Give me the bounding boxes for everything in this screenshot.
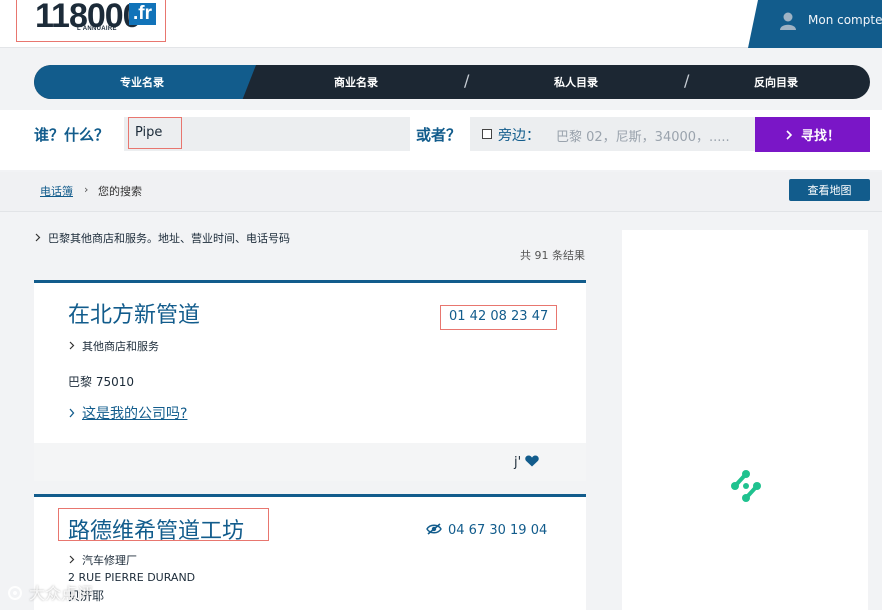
loading-spinner-icon xyxy=(731,470,761,502)
near-checkbox[interactable] xyxy=(482,129,492,139)
where-placeholder[interactable]: 巴黎 02，尼斯，34000，..... xyxy=(556,126,752,145)
chevron-right-icon xyxy=(69,555,75,564)
tab-separator: / xyxy=(464,71,470,90)
result-category-text: 汽车修理厂 xyxy=(82,554,137,567)
result-phone: 04 67 30 19 04 xyxy=(448,523,548,538)
like-label: j' xyxy=(514,455,522,470)
tab-professional[interactable]: 专业名录 xyxy=(120,74,164,90)
who-label: 谁？什么？ xyxy=(34,126,110,144)
phone-highlight-box xyxy=(440,305,557,330)
results-count: 共 91 条结果 xyxy=(520,249,585,262)
breadcrumb-home[interactable]: 电话簿 xyxy=(40,183,73,199)
directory-tabs: 专业名录 商业名录 / 私人目录 / 反向目录 xyxy=(34,65,870,99)
results-description-text: 巴黎其他商店和服务。地址、营业时间、电话号码 xyxy=(48,232,290,245)
claim-company-label: 这是我的公司吗? xyxy=(82,406,188,422)
map-panel xyxy=(622,230,868,610)
watermark: 大众点评 xyxy=(6,580,93,604)
or-label: 或者？ xyxy=(416,126,462,144)
breadcrumb-current: 您的搜索 xyxy=(98,185,142,198)
result-category[interactable]: 其他商店和服务 xyxy=(68,338,159,354)
tab-separator: / xyxy=(684,71,690,90)
site-logo[interactable]: 118000 .fr L'ANNUAIRE xyxy=(16,0,166,42)
title-highlight-box xyxy=(58,508,269,541)
search-button-label: 寻找！ xyxy=(800,128,840,143)
result-card-footer: j' xyxy=(34,443,586,481)
tab-business[interactable]: 商业名录 xyxy=(334,74,378,90)
watermark-logo-icon xyxy=(8,586,22,600)
near-label: 旁边： xyxy=(498,128,540,144)
claim-company-link[interactable]: 这是我的公司吗? xyxy=(68,403,187,423)
heart-icon xyxy=(525,455,540,467)
result-category-text: 其他商店和服务 xyxy=(82,340,159,353)
results-description[interactable]: 巴黎其他商店和服务。地址、营业时间、电话号码 xyxy=(34,230,290,246)
user-icon xyxy=(780,12,796,30)
eye-off-icon xyxy=(426,523,442,535)
who-input-value[interactable]: Pipe xyxy=(128,117,182,149)
chevron-right-icon xyxy=(69,341,75,350)
chevron-right-icon xyxy=(786,129,793,140)
result-title[interactable]: 在北方新管道 xyxy=(68,297,200,329)
result-city: 巴黎 75010 xyxy=(68,375,134,389)
logo-tld: .fr xyxy=(129,3,156,25)
breadcrumb-separator: › xyxy=(84,183,89,196)
tab-private[interactable]: 私人目录 xyxy=(554,74,598,90)
tab-reverse[interactable]: 反向目录 xyxy=(754,74,798,90)
watermark-text: 大众点评 xyxy=(29,584,94,603)
top-header: 118000 .fr L'ANNUAIRE Mon compte xyxy=(0,0,882,48)
chevron-right-icon xyxy=(69,408,75,418)
like-button[interactable]: j' xyxy=(514,455,540,470)
view-map-button[interactable]: 查看地图 xyxy=(789,179,870,201)
account-label: Mon compte xyxy=(808,13,882,27)
result-phone-hidden[interactable]: 04 67 30 19 04 xyxy=(426,523,547,538)
chevron-right-icon xyxy=(35,233,41,242)
account-button[interactable]: Mon compte xyxy=(748,0,882,48)
search-button[interactable]: 寻找！ xyxy=(755,117,870,152)
result-category[interactable]: 汽车修理厂 xyxy=(68,552,137,568)
logo-tagline: L'ANNUAIRE xyxy=(77,26,117,32)
